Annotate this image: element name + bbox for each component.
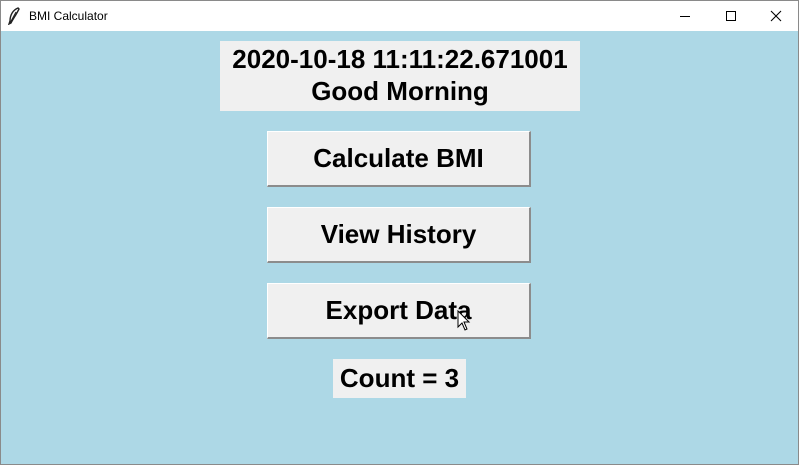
- greeting-text: Good Morning: [311, 76, 489, 106]
- window-title: BMI Calculator: [29, 9, 108, 23]
- count-label: Count = 3: [333, 359, 466, 398]
- feather-icon: [7, 7, 21, 26]
- view-history-button[interactable]: View History: [267, 207, 531, 263]
- mouse-cursor-icon: [457, 309, 471, 332]
- app-window: BMI Calculator 2020-10-18 11:11:22.67100…: [0, 0, 799, 465]
- minimize-button[interactable]: [662, 1, 708, 31]
- export-data-button[interactable]: Export Data: [267, 283, 531, 339]
- close-button[interactable]: [753, 1, 799, 31]
- main-panel: 2020-10-18 11:11:22.671001 Good Morning …: [1, 31, 798, 464]
- header-label: 2020-10-18 11:11:22.671001 Good Morning: [220, 41, 580, 111]
- calculate-bmi-button[interactable]: Calculate BMI: [267, 131, 531, 187]
- title-bar[interactable]: BMI Calculator: [1, 1, 798, 31]
- minimize-icon: [680, 16, 690, 17]
- datetime-text: 2020-10-18 11:11:22.671001: [232, 44, 568, 74]
- close-icon: [770, 10, 782, 22]
- maximize-button[interactable]: [708, 1, 754, 31]
- maximize-icon: [726, 11, 736, 21]
